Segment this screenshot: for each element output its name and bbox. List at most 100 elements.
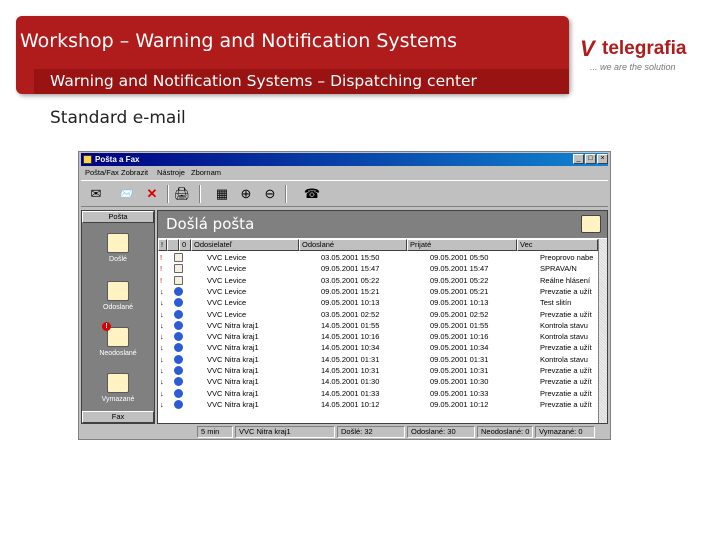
outlook-bar: Pošta Došlé Odoslané Neodoslané Vymazané… <box>81 210 155 424</box>
row-subject: Prevzatie a užít <box>540 377 592 387</box>
grid-icon[interactable]: ▦ <box>211 184 233 204</box>
message-type-icon <box>174 399 183 409</box>
message-type-icon <box>174 275 183 285</box>
row-sent: 03.05.2001 15:50 <box>321 253 380 262</box>
col-sender[interactable]: Odosielateľ <box>191 239 299 251</box>
col-type[interactable] <box>167 239 179 251</box>
window-titlebar[interactable]: Pošta a Fax <box>81 153 608 166</box>
row-received: 09.05.2001 05:21 <box>430 286 489 296</box>
row-sent: 03.05.2001 05:22 <box>321 275 380 285</box>
sidebar-item-vymazane[interactable]: Vymazané <box>82 373 154 403</box>
row-priority: ↓ <box>160 377 164 387</box>
sidebar-header-fax[interactable]: Fax <box>82 411 154 423</box>
status-bar: 5 min VVC Nitra kraj1 Došlé: 32 Odoslané… <box>81 426 608 438</box>
print-icon[interactable]: 🖨 <box>171 184 193 204</box>
message-type-icon <box>174 332 183 342</box>
table-row[interactable]: ↓ VVC Nitra kraj1 14.05.2001 10:16 09.05.20… <box>158 331 598 342</box>
table-row[interactable]: ! VVC Levice 09.05.2001 15:47 09.05.2001 15… <box>158 263 598 274</box>
message-type-icon <box>174 253 183 262</box>
row-received: 09.05.2001 05:22 <box>430 275 489 285</box>
table-row[interactable]: ↓ VVC Nitra kraj1 14.05.2001 10:31 09.05.20… <box>158 365 598 376</box>
delete-icon[interactable]: ✕ <box>141 184 163 204</box>
slide-title: Workshop – Warning and Notification Syst… <box>20 30 458 52</box>
table-row[interactable]: ↓ VVC Nitra kraj1 14.05.2001 01:55 09.05.20… <box>158 320 598 331</box>
col-sent[interactable]: Odoslané <box>299 239 407 251</box>
table-row[interactable]: ↓ VVC Levice 09.05.2001 10:13 09.05.2001 10… <box>158 297 598 308</box>
close-button[interactable]: × <box>597 154 608 164</box>
sidebar-item-label: Neodoslané <box>99 350 137 357</box>
row-subject: Kontrola stavu <box>540 332 588 342</box>
col-attachment[interactable]: 0 <box>179 239 191 251</box>
message-pane: Došlá pošta ! 0 Odosielateľ Odoslané Pri… <box>157 210 608 424</box>
row-subject: Prevzatie a užít <box>540 286 592 296</box>
zoom-in-icon[interactable]: ⊕ <box>235 184 257 204</box>
row-subject: Test slitín <box>540 298 572 308</box>
row-sender: VVC Levice <box>207 286 247 296</box>
table-row[interactable]: ↓ VVC Nitra kraj1 14.05.2001 01:30 09.05.20… <box>158 376 598 387</box>
menu-zobrazit[interactable]: Zobrazit <box>121 168 148 177</box>
maximize-button[interactable]: □ <box>585 154 596 164</box>
row-priority: ! <box>160 275 163 285</box>
table-row[interactable]: ↓ VVC Nitra kraj1 14.05.2001 10:34 09.05.20… <box>158 342 598 353</box>
table-row[interactable]: ↓ VVC Levice 03.05.2001 02:52 09.05.2001 02… <box>158 309 598 320</box>
sidebar-item-neodoslane[interactable]: Neodoslané <box>82 322 154 357</box>
fax-icon[interactable]: ☎ <box>301 184 323 204</box>
message-type-icon <box>174 377 183 387</box>
sidebar-header-posta[interactable]: Pošta <box>82 211 154 223</box>
row-sent: 14.05.2001 01:55 <box>321 320 380 330</box>
logo-name: telegrafia <box>602 38 687 59</box>
menu-posta-fax[interactable]: Pošta/Fax <box>85 168 119 177</box>
row-received: 09.05.2001 10:16 <box>430 332 489 342</box>
row-subject: Prevzatie a užít <box>540 366 592 375</box>
row-priority: ! <box>160 253 163 262</box>
row-sender: VVC Levice <box>207 253 247 262</box>
col-received[interactable]: Prijaté <box>407 239 517 251</box>
row-sent: 14.05.2001 10:16 <box>321 332 380 342</box>
sidebar-item-odoslane[interactable]: Odoslané <box>82 281 154 311</box>
row-received: 09.05.2001 05:50 <box>430 253 489 262</box>
deleted-icon <box>107 373 129 393</box>
row-sender: VVC Nitra kraj1 <box>207 399 259 409</box>
table-row[interactable]: ↓ VVC Nitra kraj1 14.05.2001 01:33 09.05.20… <box>158 388 598 399</box>
slide-subtitle: Warning and Notification Systems – Dispa… <box>50 72 477 90</box>
zoom-out-icon[interactable]: ⊖ <box>259 184 281 204</box>
table-row[interactable]: ↓ VVC Levice 09.05.2001 15:21 09.05.2001 05… <box>158 286 598 297</box>
col-priority[interactable]: ! <box>158 239 167 251</box>
status-incoming: Došlé: 32 <box>337 426 405 438</box>
row-priority: ! <box>160 264 163 274</box>
message-type-icon <box>174 354 183 364</box>
row-sender: VVC Nitra kraj1 <box>207 388 259 398</box>
toolbar-separator <box>199 185 201 203</box>
row-sent: 14.05.2001 01:30 <box>321 377 380 387</box>
col-subject[interactable]: Vec <box>517 239 598 251</box>
status-station: VVC Nitra kraj1 <box>235 426 335 438</box>
row-sent: 14.05.2001 10:31 <box>321 366 380 375</box>
reply-icon[interactable]: 📨 <box>115 184 137 204</box>
toolbar: ✉ 📨 ✕ 🖨 ▦ ⊕ ⊖ ☎ <box>81 180 608 207</box>
row-received: 09.05.2001 10:12 <box>430 399 489 409</box>
vertical-scrollbar[interactable] <box>598 239 607 423</box>
app-icon <box>83 155 92 164</box>
compose-icon[interactable]: ✉ <box>85 184 107 204</box>
table-row[interactable]: ! VVC Levice 03.05.2001 05:22 09.05.2001 05… <box>158 275 598 286</box>
row-priority: ↓ <box>160 388 164 398</box>
row-received: 09.05.2001 01:31 <box>430 354 489 364</box>
menu-nastroje[interactable]: Nástroje <box>157 168 185 177</box>
minimize-button[interactable]: _ <box>573 154 584 164</box>
table-row[interactable]: ↓ VVC Nitra kraj1 14.05.2001 10:12 09.05.20… <box>158 399 598 410</box>
menu-zbornam[interactable]: Zbornam <box>191 168 221 177</box>
message-type-icon <box>174 298 183 308</box>
row-received: 09.05.2001 01:55 <box>430 320 489 330</box>
row-subject: Prevzatie a užít <box>540 399 592 409</box>
table-row[interactable]: ↓ VVC Nitra kraj1 14.05.2001 01:31 09.05.20… <box>158 354 598 365</box>
logo-mark-icon: V <box>580 36 595 61</box>
sidebar-item-dosle[interactable]: Došlé <box>82 233 154 263</box>
table-row[interactable]: ! VVC Levice 03.05.2001 15:50 09.05.2001 05… <box>158 252 598 263</box>
row-received: 09.05.2001 10:30 <box>430 377 489 387</box>
row-sent: 09.05.2001 15:47 <box>321 264 380 274</box>
row-sent: 09.05.2001 15:21 <box>321 286 380 296</box>
message-type-icon <box>174 366 183 375</box>
row-received: 09.05.2001 15:47 <box>430 264 489 274</box>
sidebar-item-label: Došlé <box>109 256 127 263</box>
message-type-icon <box>174 320 183 330</box>
